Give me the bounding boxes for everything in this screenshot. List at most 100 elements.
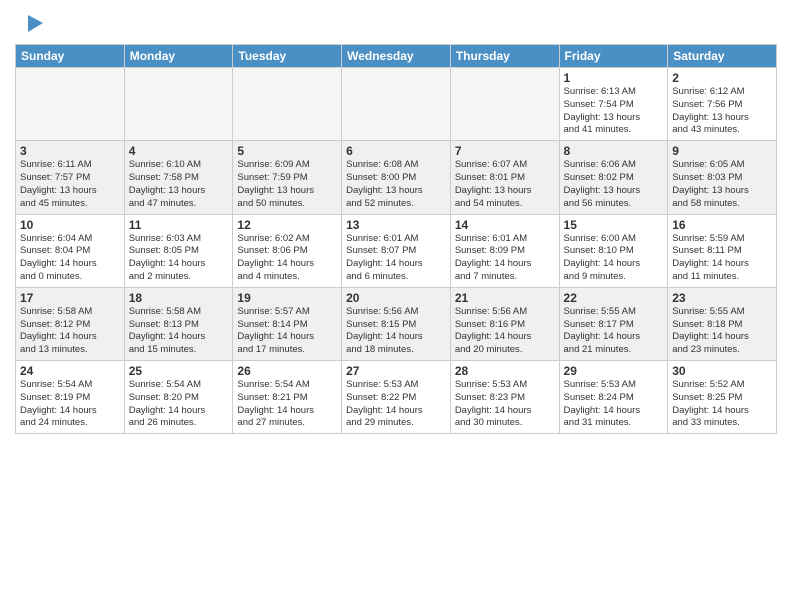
day-info: Sunrise: 5:59 AM Sunset: 8:11 PM Dayligh… — [672, 233, 772, 284]
day-info: Sunrise: 5:58 AM Sunset: 8:13 PM Dayligh… — [129, 306, 229, 357]
calendar-cell: 11Sunrise: 6:03 AM Sunset: 8:05 PM Dayli… — [124, 214, 233, 287]
day-number: 24 — [20, 364, 120, 378]
day-info: Sunrise: 6:06 AM Sunset: 8:02 PM Dayligh… — [564, 159, 664, 210]
day-info: Sunrise: 6:04 AM Sunset: 8:04 PM Dayligh… — [20, 233, 120, 284]
calendar-cell: 28Sunrise: 5:53 AM Sunset: 8:23 PM Dayli… — [450, 361, 559, 434]
day-number: 23 — [672, 291, 772, 305]
day-info: Sunrise: 5:54 AM Sunset: 8:20 PM Dayligh… — [129, 379, 229, 430]
calendar-header-thursday: Thursday — [450, 45, 559, 68]
day-number: 11 — [129, 218, 229, 232]
day-number: 18 — [129, 291, 229, 305]
day-info: Sunrise: 6:01 AM Sunset: 8:09 PM Dayligh… — [455, 233, 555, 284]
day-number: 2 — [672, 71, 772, 85]
calendar-cell: 2Sunrise: 6:12 AM Sunset: 7:56 PM Daylig… — [668, 68, 777, 141]
day-number: 17 — [20, 291, 120, 305]
calendar-cell: 7Sunrise: 6:07 AM Sunset: 8:01 PM Daylig… — [450, 141, 559, 214]
calendar-cell: 15Sunrise: 6:00 AM Sunset: 8:10 PM Dayli… — [559, 214, 668, 287]
day-number: 26 — [237, 364, 337, 378]
day-number: 20 — [346, 291, 446, 305]
day-info: Sunrise: 5:54 AM Sunset: 8:21 PM Dayligh… — [237, 379, 337, 430]
logo-text — [15, 10, 48, 40]
day-info: Sunrise: 5:58 AM Sunset: 8:12 PM Dayligh… — [20, 306, 120, 357]
day-number: 4 — [129, 144, 229, 158]
day-info: Sunrise: 6:13 AM Sunset: 7:54 PM Dayligh… — [564, 86, 664, 137]
calendar-cell: 20Sunrise: 5:56 AM Sunset: 8:15 PM Dayli… — [342, 287, 451, 360]
calendar-cell: 10Sunrise: 6:04 AM Sunset: 8:04 PM Dayli… — [16, 214, 125, 287]
day-info: Sunrise: 6:01 AM Sunset: 8:07 PM Dayligh… — [346, 233, 446, 284]
day-number: 14 — [455, 218, 555, 232]
day-info: Sunrise: 5:57 AM Sunset: 8:14 PM Dayligh… — [237, 306, 337, 357]
calendar-week-3: 10Sunrise: 6:04 AM Sunset: 8:04 PM Dayli… — [16, 214, 777, 287]
calendar-cell: 3Sunrise: 6:11 AM Sunset: 7:57 PM Daylig… — [16, 141, 125, 214]
calendar-cell: 30Sunrise: 5:52 AM Sunset: 8:25 PM Dayli… — [668, 361, 777, 434]
day-info: Sunrise: 6:08 AM Sunset: 8:00 PM Dayligh… — [346, 159, 446, 210]
day-info: Sunrise: 5:55 AM Sunset: 8:18 PM Dayligh… — [672, 306, 772, 357]
day-number: 19 — [237, 291, 337, 305]
day-info: Sunrise: 6:03 AM Sunset: 8:05 PM Dayligh… — [129, 233, 229, 284]
calendar-cell — [16, 68, 125, 141]
calendar-cell: 6Sunrise: 6:08 AM Sunset: 8:00 PM Daylig… — [342, 141, 451, 214]
calendar-cell: 24Sunrise: 5:54 AM Sunset: 8:19 PM Dayli… — [16, 361, 125, 434]
day-info: Sunrise: 6:11 AM Sunset: 7:57 PM Dayligh… — [20, 159, 120, 210]
day-info: Sunrise: 6:02 AM Sunset: 8:06 PM Dayligh… — [237, 233, 337, 284]
day-info: Sunrise: 6:09 AM Sunset: 7:59 PM Dayligh… — [237, 159, 337, 210]
calendar-cell: 23Sunrise: 5:55 AM Sunset: 8:18 PM Dayli… — [668, 287, 777, 360]
day-number: 25 — [129, 364, 229, 378]
day-number: 9 — [672, 144, 772, 158]
calendar-week-2: 3Sunrise: 6:11 AM Sunset: 7:57 PM Daylig… — [16, 141, 777, 214]
logo-icon — [18, 10, 48, 40]
day-number: 3 — [20, 144, 120, 158]
logo — [15, 10, 48, 40]
calendar-cell: 22Sunrise: 5:55 AM Sunset: 8:17 PM Dayli… — [559, 287, 668, 360]
calendar-cell: 17Sunrise: 5:58 AM Sunset: 8:12 PM Dayli… — [16, 287, 125, 360]
day-info: Sunrise: 5:53 AM Sunset: 8:23 PM Dayligh… — [455, 379, 555, 430]
day-number: 30 — [672, 364, 772, 378]
day-info: Sunrise: 6:12 AM Sunset: 7:56 PM Dayligh… — [672, 86, 772, 137]
day-number: 7 — [455, 144, 555, 158]
calendar-cell: 1Sunrise: 6:13 AM Sunset: 7:54 PM Daylig… — [559, 68, 668, 141]
calendar-cell: 29Sunrise: 5:53 AM Sunset: 8:24 PM Dayli… — [559, 361, 668, 434]
day-number: 22 — [564, 291, 664, 305]
calendar-cell — [342, 68, 451, 141]
calendar-week-4: 17Sunrise: 5:58 AM Sunset: 8:12 PM Dayli… — [16, 287, 777, 360]
page-container: SundayMondayTuesdayWednesdayThursdayFrid… — [0, 0, 792, 444]
day-info: Sunrise: 6:00 AM Sunset: 8:10 PM Dayligh… — [564, 233, 664, 284]
calendar-table: SundayMondayTuesdayWednesdayThursdayFrid… — [15, 44, 777, 434]
day-info: Sunrise: 5:53 AM Sunset: 8:24 PM Dayligh… — [564, 379, 664, 430]
calendar-cell: 12Sunrise: 6:02 AM Sunset: 8:06 PM Dayli… — [233, 214, 342, 287]
day-number: 6 — [346, 144, 446, 158]
calendar-week-1: 1Sunrise: 6:13 AM Sunset: 7:54 PM Daylig… — [16, 68, 777, 141]
day-number: 16 — [672, 218, 772, 232]
day-number: 1 — [564, 71, 664, 85]
day-info: Sunrise: 5:53 AM Sunset: 8:22 PM Dayligh… — [346, 379, 446, 430]
calendar-header-sunday: Sunday — [16, 45, 125, 68]
calendar-cell — [450, 68, 559, 141]
day-number: 10 — [20, 218, 120, 232]
calendar-cell: 26Sunrise: 5:54 AM Sunset: 8:21 PM Dayli… — [233, 361, 342, 434]
day-number: 28 — [455, 364, 555, 378]
day-info: Sunrise: 6:07 AM Sunset: 8:01 PM Dayligh… — [455, 159, 555, 210]
calendar-cell — [233, 68, 342, 141]
day-info: Sunrise: 5:55 AM Sunset: 8:17 PM Dayligh… — [564, 306, 664, 357]
calendar-header-row: SundayMondayTuesdayWednesdayThursdayFrid… — [16, 45, 777, 68]
calendar-week-5: 24Sunrise: 5:54 AM Sunset: 8:19 PM Dayli… — [16, 361, 777, 434]
calendar-cell: 19Sunrise: 5:57 AM Sunset: 8:14 PM Dayli… — [233, 287, 342, 360]
calendar-cell: 25Sunrise: 5:54 AM Sunset: 8:20 PM Dayli… — [124, 361, 233, 434]
calendar-cell: 16Sunrise: 5:59 AM Sunset: 8:11 PM Dayli… — [668, 214, 777, 287]
day-number: 21 — [455, 291, 555, 305]
calendar-cell — [124, 68, 233, 141]
day-info: Sunrise: 5:54 AM Sunset: 8:19 PM Dayligh… — [20, 379, 120, 430]
header — [15, 10, 777, 40]
day-info: Sunrise: 6:05 AM Sunset: 8:03 PM Dayligh… — [672, 159, 772, 210]
calendar-cell: 9Sunrise: 6:05 AM Sunset: 8:03 PM Daylig… — [668, 141, 777, 214]
calendar-header-friday: Friday — [559, 45, 668, 68]
calendar-header-saturday: Saturday — [668, 45, 777, 68]
calendar-header-tuesday: Tuesday — [233, 45, 342, 68]
day-info: Sunrise: 5:52 AM Sunset: 8:25 PM Dayligh… — [672, 379, 772, 430]
calendar-cell: 8Sunrise: 6:06 AM Sunset: 8:02 PM Daylig… — [559, 141, 668, 214]
calendar-cell: 18Sunrise: 5:58 AM Sunset: 8:13 PM Dayli… — [124, 287, 233, 360]
day-info: Sunrise: 6:10 AM Sunset: 7:58 PM Dayligh… — [129, 159, 229, 210]
calendar-header-wednesday: Wednesday — [342, 45, 451, 68]
day-number: 13 — [346, 218, 446, 232]
day-info: Sunrise: 5:56 AM Sunset: 8:16 PM Dayligh… — [455, 306, 555, 357]
